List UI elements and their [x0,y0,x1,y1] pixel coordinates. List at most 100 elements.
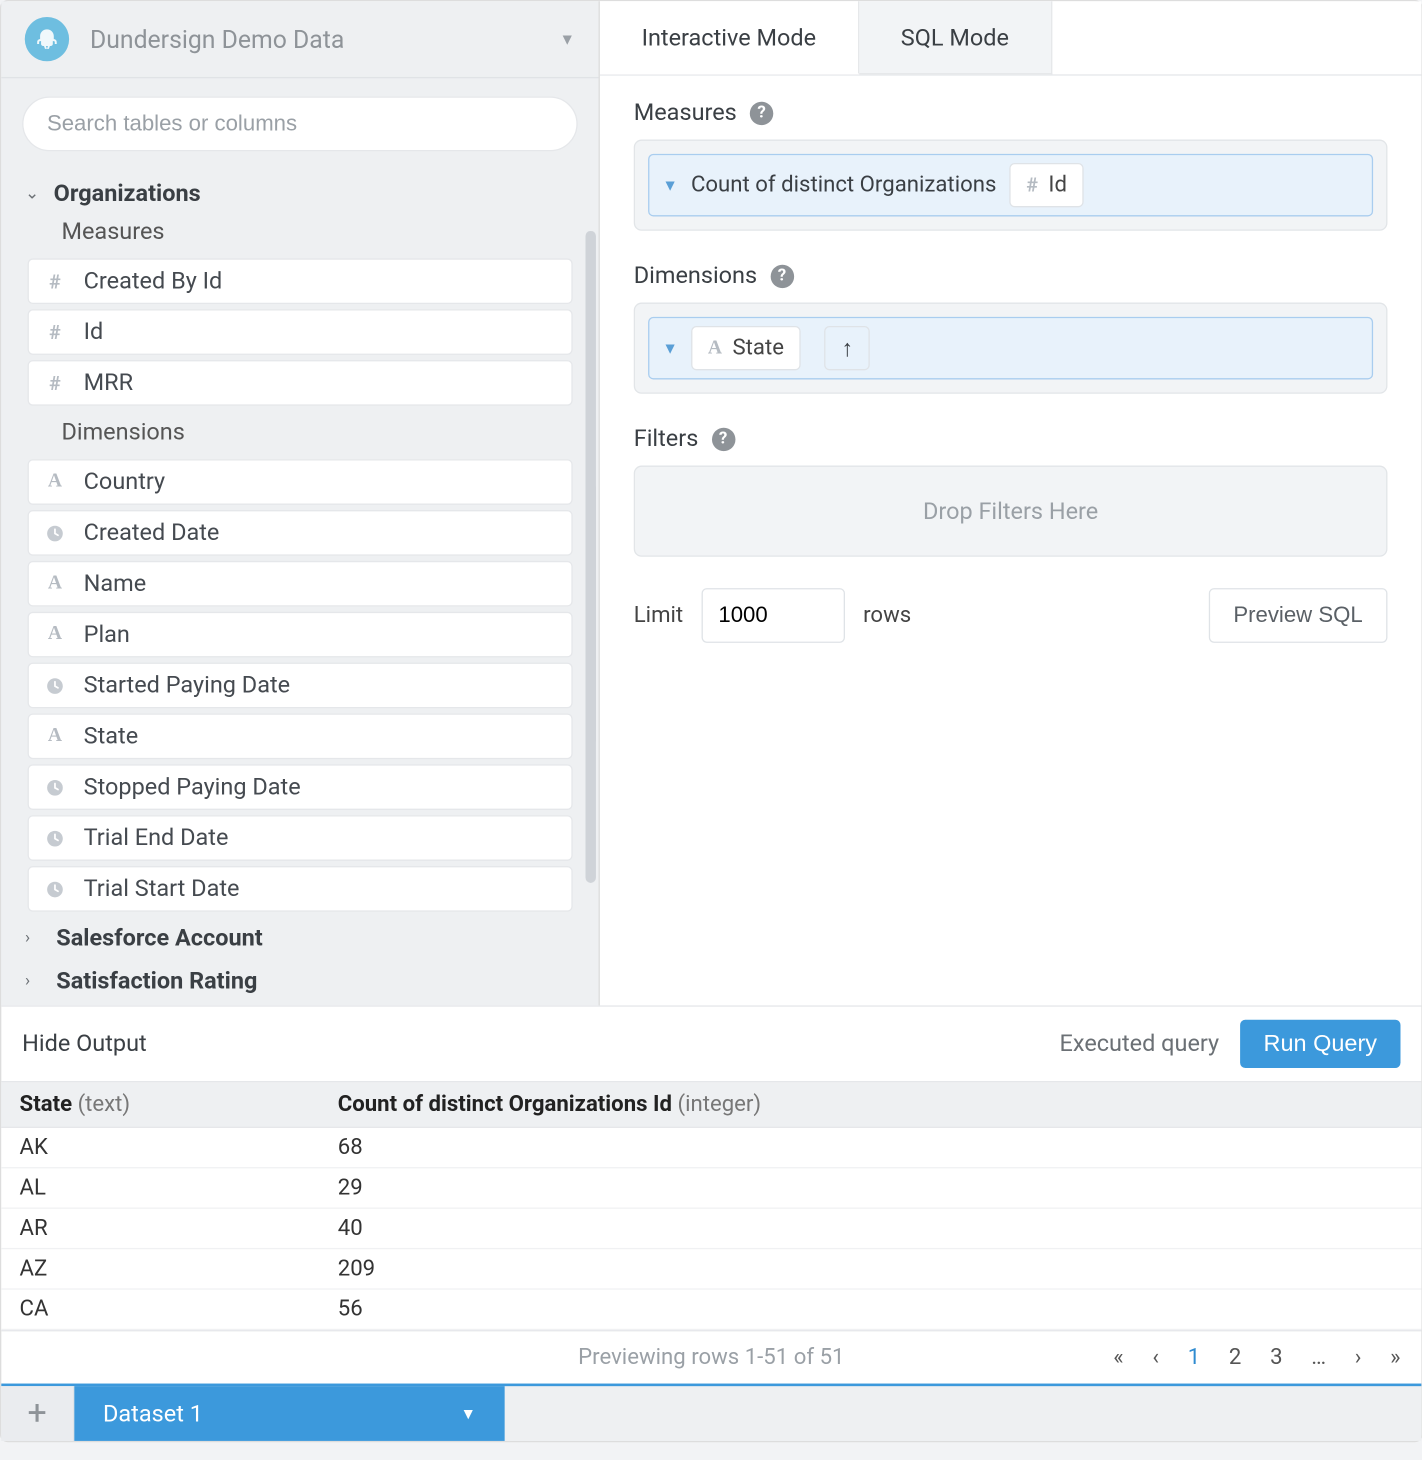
page-number[interactable]: 1 [1188,1344,1200,1370]
field-item[interactable]: Stopped Paying Date [27,764,572,810]
search-input[interactable] [22,96,578,151]
measure-field-pill[interactable]: # Id [1009,163,1083,207]
add-dataset-button[interactable]: + [1,1386,74,1441]
table-header-salesforce account[interactable]: › Salesforce Account [17,917,583,960]
dataset-tab[interactable]: Dataset 1 ▼ [74,1386,504,1441]
tab-interactive-mode[interactable]: Interactive Mode [600,1,859,74]
text-type-icon: A [42,623,68,645]
page-number[interactable]: 3 [1270,1344,1282,1370]
field-name-label: Name [83,570,146,597]
field-item[interactable]: Trial Start Date [27,866,572,912]
field-item[interactable]: A Plan [27,612,572,658]
field-name-label: State [83,722,138,749]
tab-sql-mode[interactable]: SQL Mode [859,1,1052,74]
dimension-field-pill[interactable]: A State [691,326,801,370]
preview-sql-button[interactable]: Preview SQL [1209,588,1388,643]
rows-label: rows [863,602,911,628]
measure-chip[interactable]: ▼ Count of distinct Organizations # Id [648,154,1373,217]
results-table: State (text) Count of distinct Organizat… [1,1081,1421,1330]
text-type-icon: A [42,572,68,594]
field-item[interactable]: Created Date [27,510,572,556]
measures-section-label: Measures [17,210,583,253]
page-number[interactable]: 2 [1229,1344,1241,1370]
dataset-tab-label: Dataset 1 [103,1400,203,1427]
page-prev[interactable]: ‹ [1152,1344,1159,1370]
dimension-field-label: State [733,335,784,361]
page-first[interactable]: « [1113,1344,1123,1370]
chevron-down-icon: ▼ [460,1404,476,1422]
table-cell: 68 [319,1127,1421,1167]
table-header-satisfaction rating[interactable]: › Satisfaction Rating [17,960,583,1003]
help-icon[interactable]: ? [750,101,773,124]
hash-icon: # [42,320,68,343]
measure-field-label: Id [1048,172,1067,198]
sort-ascending-button[interactable]: ↑ [824,326,870,370]
field-name-label: MRR [83,369,132,396]
filters-placeholder: Drop Filters Here [648,497,1373,524]
page-last[interactable]: » [1390,1344,1400,1370]
filters-dropzone[interactable]: Drop Filters Here [634,466,1388,557]
measures-dropzone[interactable]: ▼ Count of distinct Organizations # Id [634,140,1388,231]
text-type-icon: A [708,337,722,359]
help-icon[interactable]: ? [770,264,793,287]
page-next[interactable]: › [1355,1344,1362,1370]
field-item[interactable]: A Country [27,459,572,505]
page-number[interactable]: … [1311,1344,1326,1370]
dimensions-section-label: Dimensions [17,411,583,454]
database-selector[interactable]: Dundersign Demo Data ▼ [1,1,598,78]
pagination: « ‹ 1 2 3 … › » [1113,1344,1400,1370]
field-item[interactable]: # Created By Id [27,258,572,304]
field-name-label: Stopped Paying Date [83,773,300,800]
chevron-down-icon[interactable]: ▼ [662,176,678,194]
table-cell: 40 [319,1208,1421,1248]
field-item[interactable]: Trial End Date [27,815,572,861]
table-row[interactable]: AL 29 [1,1168,1421,1208]
table-row[interactable]: CA 56 [1,1289,1421,1329]
filters-label: Filters [634,425,699,452]
field-name-label: Created Date [83,519,219,546]
field-name-label: Started Paying Date [83,672,289,699]
chevron-down-icon: ▼ [560,30,576,48]
dimension-chip[interactable]: ▼ A State ↑ [648,317,1373,380]
field-item[interactable]: Started Paying Date [27,662,572,708]
field-item[interactable]: A State [27,713,572,759]
clock-icon [42,827,68,848]
help-icon[interactable]: ? [711,427,734,450]
field-item[interactable]: # MRR [27,360,572,406]
limit-input[interactable] [701,588,844,643]
table-column-header[interactable]: State (text) [1,1082,319,1128]
table-name-label: Satisfaction Rating [56,968,257,995]
table-row[interactable]: AR 40 [1,1208,1421,1248]
table-cell: 29 [319,1168,1421,1208]
chevron-down-icon: ⌄ [25,184,43,204]
clock-icon [42,878,68,899]
scrollbar-thumb[interactable] [585,231,595,883]
table-cell: CA [1,1289,319,1329]
table-name-label: Organizations [53,180,200,207]
run-query-button[interactable]: Run Query [1240,1020,1400,1068]
chevron-right-icon: › [25,928,43,948]
field-name-label: Country [83,468,165,495]
clock-icon [42,675,68,696]
chevron-down-icon[interactable]: ▼ [662,339,678,357]
measures-label: Measures [634,99,737,126]
limit-label: Limit [634,602,683,628]
elephant-icon [25,17,69,61]
field-name-label: Id [83,318,103,345]
text-type-icon: A [42,725,68,747]
table-cell: AR [1,1208,319,1248]
table-row[interactable]: AZ 209 [1,1249,1421,1289]
table-header-organizations[interactable]: ⌄ Organizations [17,170,583,210]
table-cell: AK [1,1127,319,1167]
clock-icon [42,522,68,543]
field-item[interactable]: A Name [27,561,572,607]
dimensions-label: Dimensions [634,262,757,289]
field-item[interactable]: # Id [27,309,572,355]
clock-icon [42,777,68,798]
hide-output-toggle[interactable]: Hide Output [22,1030,147,1057]
table-cell: 56 [319,1289,1421,1329]
table-cell: AZ [1,1249,319,1289]
dimensions-dropzone[interactable]: ▼ A State ↑ [634,303,1388,394]
table-row[interactable]: AK 68 [1,1127,1421,1167]
table-column-header[interactable]: Count of distinct Organizations Id (inte… [319,1082,1421,1128]
